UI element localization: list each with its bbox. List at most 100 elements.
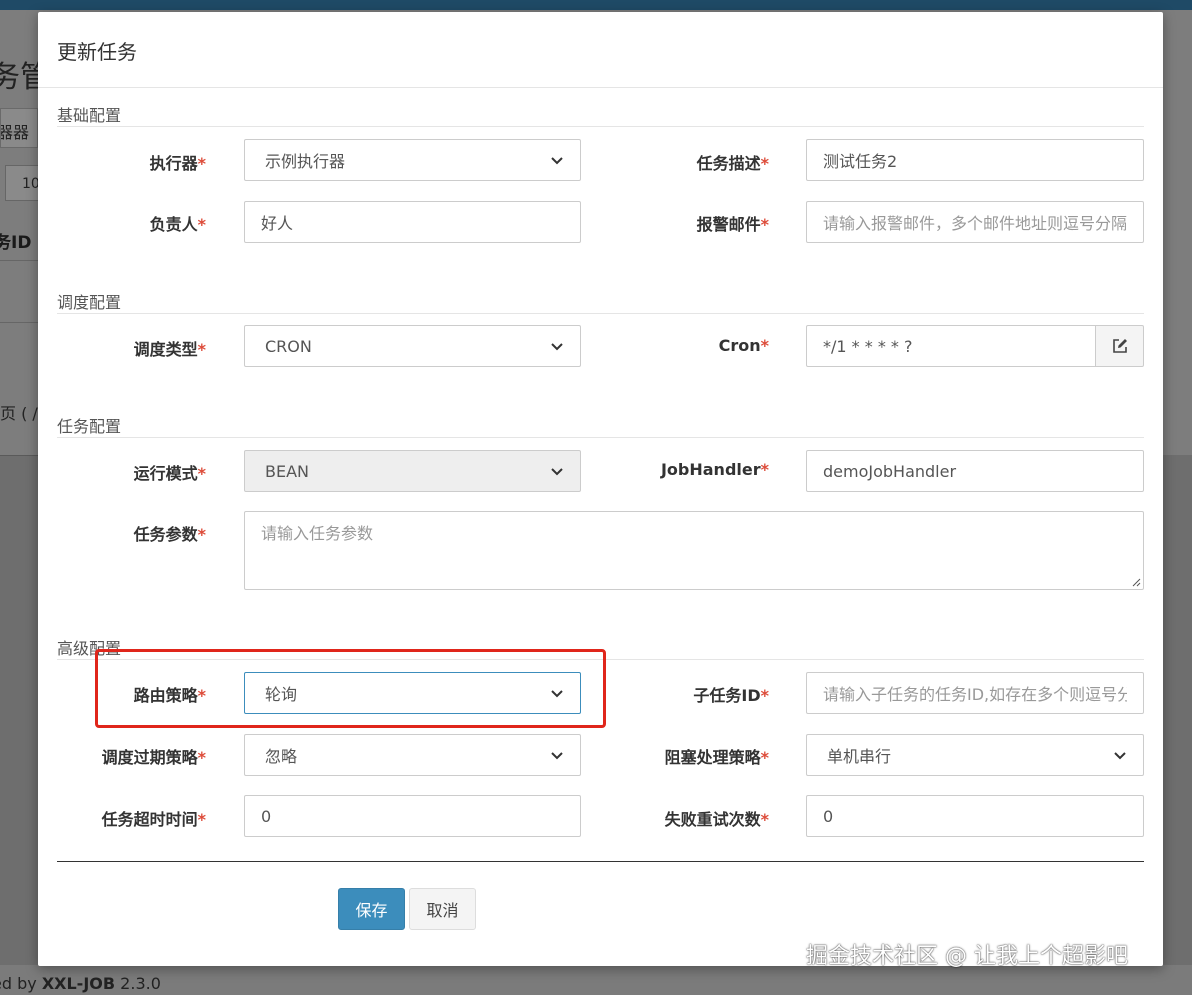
job-param-placeholder: 请输入任务参数 <box>261 524 374 543</box>
required-mark: * <box>197 340 206 359</box>
schedule-type-select[interactable]: CRON <box>244 325 581 367</box>
powered-by-prefix: ed by <box>0 974 37 993</box>
block-strategy-select[interactable]: 单机串行 <box>806 734 1144 776</box>
fail-retry-input-value: 0 <box>823 806 834 826</box>
fail-retry-input[interactable]: 0 <box>806 795 1144 837</box>
child-job-id-label: 子任务ID* <box>693 682 769 706</box>
required-mark: * <box>760 810 769 829</box>
required-mark: * <box>197 464 206 483</box>
glue-type-label-text: 运行模式 <box>133 464 198 483</box>
job-desc-label-text: 任务描述 <box>696 154 761 173</box>
misfire-strategy-select[interactable]: 忽略 <box>244 734 581 776</box>
required-mark: * <box>197 748 206 767</box>
powered-by-brand: XXL-JOB <box>41 974 116 993</box>
glue-type-label: 运行模式* <box>134 460 206 484</box>
update-task-modal: 更新任务 基础配置 执行器* 示例执行器 任务描述* 测试任务2 负责人* 好人… <box>38 12 1163 966</box>
job-handler-input[interactable]: demoJobHandler <box>806 450 1144 492</box>
required-mark: * <box>760 154 769 173</box>
table-column-header: 务ID <box>0 233 32 253</box>
required-mark: * <box>760 460 769 479</box>
job-param-label-text: 任务参数 <box>133 525 198 544</box>
page-size-select: 10 <box>5 165 40 201</box>
author-label-text: 负责人 <box>149 215 198 234</box>
schedule-type-label-text: 调度类型 <box>133 340 198 359</box>
resize-grip-icon[interactable] <box>1131 577 1141 587</box>
fail-retry-label-text: 失败重试次数 <box>664 810 761 829</box>
glue-type-select[interactable]: BEAN <box>244 450 581 492</box>
required-mark: * <box>197 525 206 544</box>
alarm-email-label: 报警邮件* <box>697 211 769 235</box>
chevron-down-icon <box>551 157 563 165</box>
timeout-input[interactable]: 0 <box>244 795 581 837</box>
author-input-value: 好人 <box>261 214 294 233</box>
job-desc-input-value: 测试任务2 <box>823 152 898 171</box>
alarm-email-label-text: 报警邮件 <box>696 215 761 234</box>
timeout-label: 任务超时时间* <box>102 806 206 830</box>
cron-input[interactable]: */1 * * * * ? <box>806 325 1096 367</box>
section-divider <box>57 126 1144 127</box>
author-label: 负责人* <box>150 211 206 235</box>
table-divider <box>0 455 38 456</box>
cron-label: Cron* <box>719 336 769 355</box>
required-mark: * <box>197 810 206 829</box>
job-desc-label: 任务描述* <box>697 150 769 174</box>
job-handler-input-value: demoJobHandler <box>823 461 957 481</box>
job-param-label: 任务参数* <box>134 521 206 545</box>
timeout-label-text: 任务超时时间 <box>101 810 198 829</box>
misfire-strategy-select-value: 忽略 <box>265 747 298 766</box>
required-mark: * <box>760 215 769 234</box>
child-job-id-input[interactable]: 请输入子任务的任务ID,如存在多个则逗号分隔 <box>806 672 1144 714</box>
author-input[interactable]: 好人 <box>244 201 581 243</box>
required-mark: * <box>760 336 769 355</box>
table-divider <box>0 260 38 261</box>
required-mark: * <box>197 154 206 173</box>
alarm-email-placeholder: 请输入报警邮件，多个邮件地址则逗号分隔 <box>823 214 1127 233</box>
modal-title: 更新任务 <box>57 40 137 64</box>
misfire-strategy-label: 调度过期策略* <box>102 744 206 768</box>
section-basic-title: 基础配置 <box>57 106 122 125</box>
job-handler-label-text: JobHandler <box>660 460 761 479</box>
powered-by-version: 2.3.0 <box>120 974 161 993</box>
chevron-down-icon <box>551 468 563 476</box>
schedule-type-label: 调度类型* <box>134 336 206 360</box>
block-strategy-label: 阻塞处理策略* <box>665 744 769 768</box>
cron-edit-button[interactable] <box>1095 325 1144 367</box>
cron-input-value: */1 * * * * ? <box>823 336 913 356</box>
timeout-input-value: 0 <box>261 806 272 826</box>
watermark-text: 掘金技术社区 @ 让我上个超影吧 <box>806 944 1128 969</box>
glue-type-select-value: BEAN <box>265 461 309 481</box>
job-param-textarea[interactable]: 请输入任务参数 <box>244 511 1144 590</box>
executor-label: 执行器* <box>150 150 206 174</box>
pagination-info: 页 ( / <box>0 404 38 423</box>
chevron-down-icon <box>1114 752 1126 760</box>
child-job-id-label-text: 子任务ID <box>693 686 761 705</box>
powered-by-text: ed by XXL-JOB 2.3.0 <box>0 974 161 993</box>
fail-retry-label: 失败重试次数* <box>665 806 769 830</box>
section-divider <box>57 437 1144 438</box>
section-schedule-title: 调度配置 <box>57 293 122 312</box>
save-button[interactable]: 保存 <box>338 888 405 930</box>
section-task-title: 任务配置 <box>57 417 122 436</box>
executor-select-value: 示例执行器 <box>265 152 346 171</box>
executor-select[interactable]: 示例执行器 <box>244 139 581 181</box>
executor-filter-tab: 器器 <box>0 108 38 148</box>
child-job-id-placeholder: 请输入子任务的任务ID,如存在多个则逗号分隔 <box>823 685 1127 704</box>
edit-icon <box>1112 339 1127 353</box>
schedule-type-select-value: CRON <box>265 336 312 356</box>
cron-label-text: Cron <box>718 336 761 355</box>
annotation-highlight-box <box>95 649 606 728</box>
chevron-down-icon <box>551 752 563 760</box>
block-strategy-select-value: 单机串行 <box>827 747 892 766</box>
alarm-email-input[interactable]: 请输入报警邮件，多个邮件地址则逗号分隔 <box>806 201 1144 243</box>
misfire-strategy-label-text: 调度过期策略 <box>101 748 198 767</box>
block-strategy-label-text: 阻塞处理策略 <box>664 748 761 767</box>
job-desc-input[interactable]: 测试任务2 <box>806 139 1144 181</box>
required-mark: * <box>760 686 769 705</box>
cancel-button[interactable]: 取消 <box>409 888 476 930</box>
required-mark: * <box>760 748 769 767</box>
required-mark: * <box>197 215 206 234</box>
job-handler-label: JobHandler* <box>661 460 769 479</box>
chevron-down-icon <box>551 343 563 351</box>
top-navbar <box>0 0 1192 10</box>
executor-label-text: 执行器 <box>149 154 198 173</box>
